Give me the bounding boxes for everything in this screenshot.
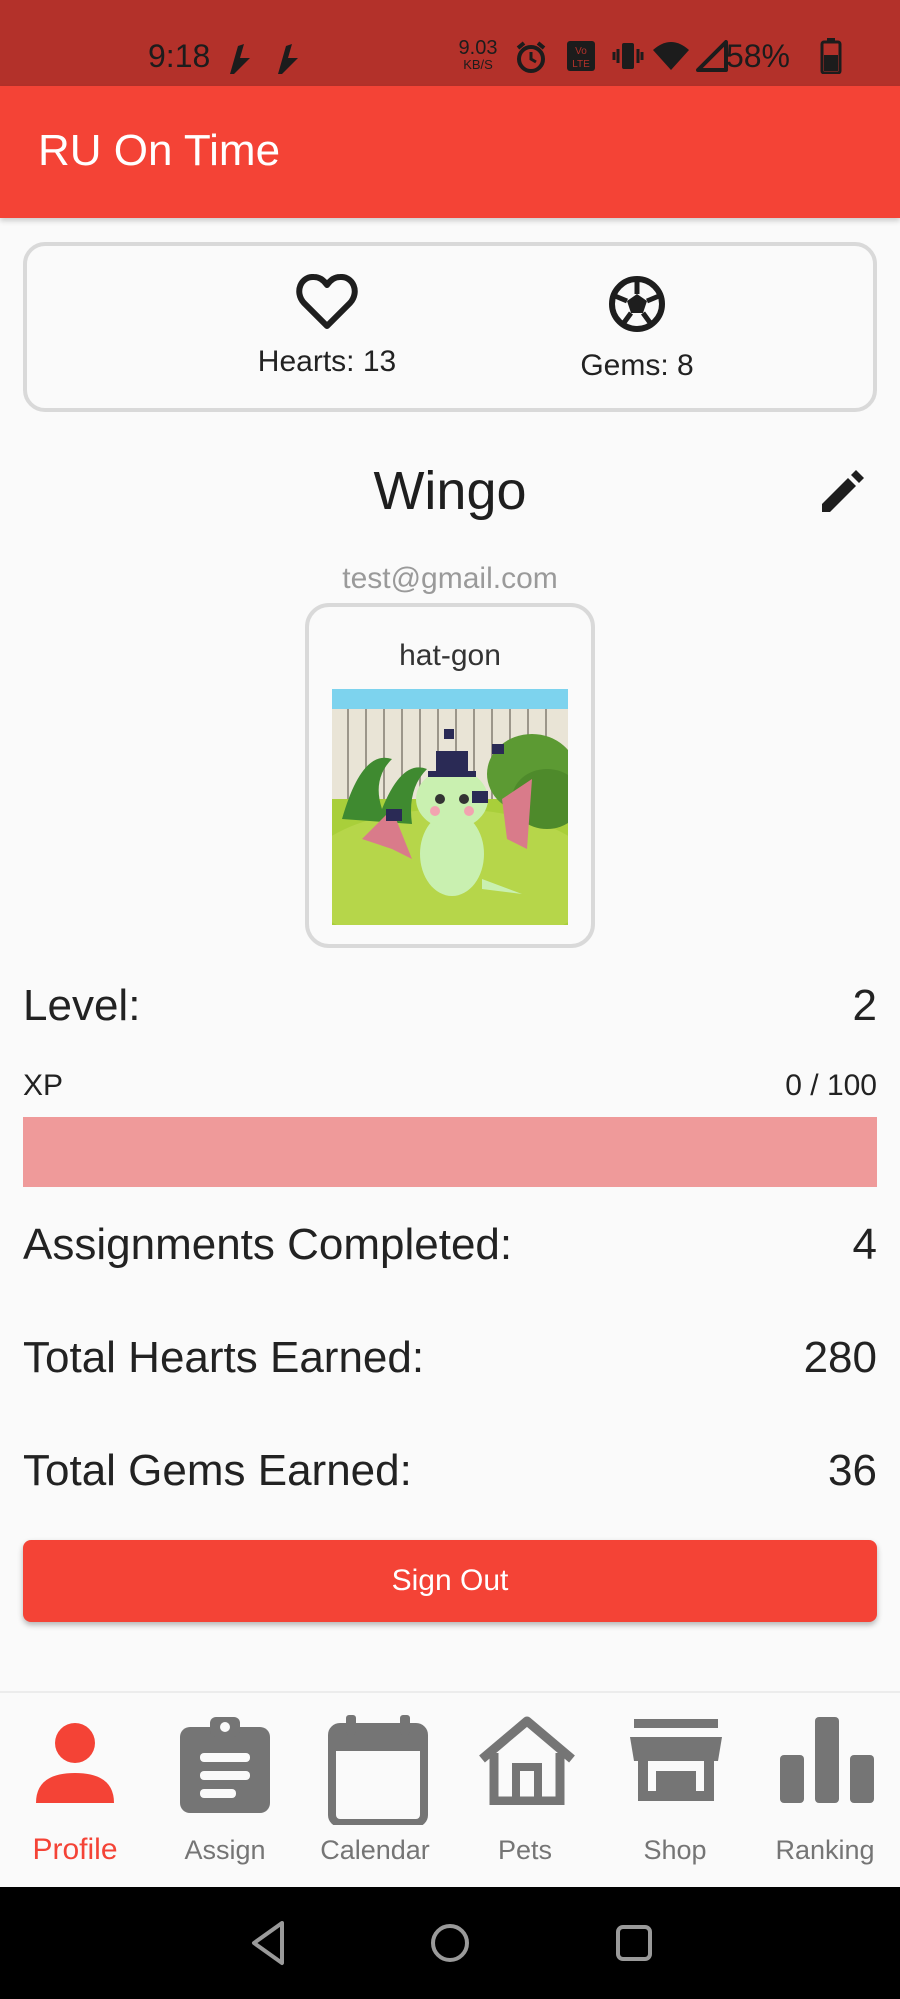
notification-icon	[278, 44, 298, 74]
nav-item-pets[interactable]: Pets	[450, 1693, 600, 1889]
clipboard-icon	[180, 1717, 270, 1813]
nav-item-ranking[interactable]: Ranking	[750, 1693, 900, 1889]
xp-row: XP 0 / 100	[23, 1069, 877, 1105]
level-row: Level: 2	[23, 981, 877, 1033]
total-hearts-row: Total Hearts Earned: 280	[23, 1333, 877, 1385]
gems-label: Gems: 8	[580, 349, 694, 382]
status-bar: 9:18 9.03 KB/S Vo LTE 58%	[0, 0, 900, 86]
nav-label: Shop	[643, 1835, 707, 1865]
currency-card: Hearts: 13 Gems: 8	[23, 242, 877, 412]
signal-icon	[696, 40, 728, 72]
battery-percent: 58%	[725, 38, 790, 74]
wifi-icon	[653, 42, 689, 70]
total-gems-row: Total Gems Earned: 36	[23, 1446, 877, 1498]
xp-value: 0 / 100	[785, 1069, 877, 1102]
battery-icon	[820, 38, 842, 74]
sign-out-button[interactable]: Sign Out	[23, 1540, 877, 1622]
assignments-value: 4	[852, 1220, 877, 1269]
assignments-row: Assignments Completed: 4	[23, 1220, 877, 1272]
nav-item-calendar[interactable]: Calendar	[300, 1693, 450, 1889]
level-value: 2	[852, 981, 877, 1030]
nav-label: Ranking	[775, 1835, 875, 1865]
xp-progress-bar	[23, 1117, 877, 1187]
bottom-nav: Profile Assign Calendar Pets Shop Rankin…	[0, 1691, 900, 1887]
nav-item-assign[interactable]: Assign	[150, 1693, 300, 1889]
gems-balance: Gems: 8	[507, 274, 767, 383]
user-email: test@gmail.com	[342, 562, 558, 595]
total-gems-label: Total Gems Earned:	[23, 1446, 412, 1495]
back-icon[interactable]	[242, 1915, 298, 1971]
system-nav-bar	[0, 1887, 900, 1999]
pencil-icon	[822, 470, 864, 512]
nav-label: Assign	[184, 1835, 266, 1865]
bar-chart-icon	[780, 1717, 874, 1803]
xp-label: XP	[23, 1069, 64, 1102]
heart-icon	[296, 274, 358, 329]
app-bar: RU On Time	[0, 86, 900, 218]
total-gems-value: 36	[828, 1446, 877, 1495]
house-icon	[479, 1716, 575, 1805]
assignments-label: Assignments Completed:	[23, 1220, 513, 1269]
svg-text:Vo: Vo	[575, 46, 587, 57]
level-label: Level:	[23, 981, 141, 1030]
total-hearts-label: Total Hearts Earned:	[23, 1333, 425, 1382]
volte-icon: Vo LTE	[567, 41, 595, 71]
pet-image	[332, 689, 568, 925]
calendar-icon	[328, 1715, 428, 1825]
store-icon	[630, 1719, 722, 1801]
network-speed: 9.03 KB/S	[458, 37, 498, 72]
alarm-icon	[516, 41, 546, 73]
edit-profile-button[interactable]	[816, 466, 868, 518]
nav-label: Calendar	[320, 1835, 430, 1865]
nav-item-shop[interactable]: Shop	[600, 1693, 750, 1889]
svg-text:LTE: LTE	[572, 59, 590, 70]
recents-icon[interactable]	[606, 1915, 662, 1971]
nav-label: Profile	[32, 1833, 118, 1866]
pet-name: hat-gon	[399, 639, 501, 672]
hearts-label: Hearts: 13	[257, 345, 397, 378]
home-icon[interactable]	[422, 1915, 478, 1971]
nav-label: Pets	[497, 1835, 553, 1865]
person-icon	[36, 1723, 114, 1803]
status-time: 9:18	[148, 38, 211, 74]
nav-item-profile[interactable]: Profile	[0, 1693, 150, 1889]
hearts-balance: Hearts: 13	[197, 274, 457, 379]
username: Wingo	[373, 461, 527, 521]
vibrate-icon	[612, 43, 644, 69]
total-hearts-value: 280	[803, 1333, 877, 1382]
pet-card[interactable]: hat-gon	[305, 603, 595, 948]
app-title: RU On Time	[38, 126, 281, 175]
soccer-ball-icon	[609, 276, 665, 332]
notification-icon	[230, 44, 250, 74]
